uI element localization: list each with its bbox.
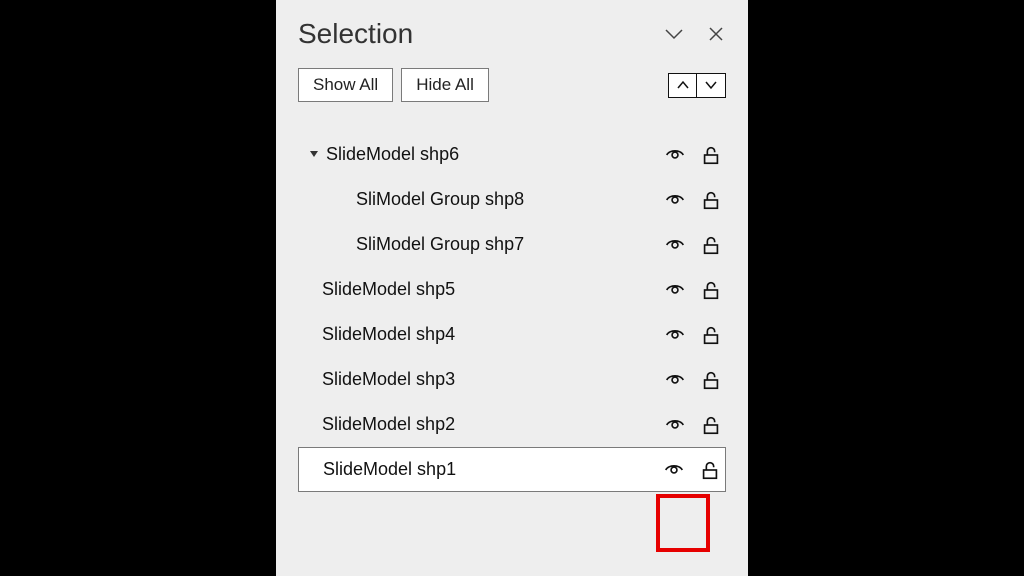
- show-all-button[interactable]: Show All: [298, 68, 393, 102]
- panel-header: Selection: [298, 18, 726, 50]
- row-icons: [664, 144, 726, 166]
- tree-row[interactable]: SliModel Group shp8: [298, 177, 726, 222]
- reorder-buttons: [668, 73, 727, 98]
- visibility-toggle-icon[interactable]: [664, 234, 686, 256]
- expand-toggle-icon[interactable]: [306, 148, 322, 162]
- selection-panel: Selection Show All Hide All SlideModel s…: [276, 0, 748, 576]
- visibility-toggle-icon[interactable]: [664, 369, 686, 391]
- visibility-toggle-icon[interactable]: [664, 279, 686, 301]
- row-icons: [664, 234, 726, 256]
- row-icons: [663, 459, 725, 481]
- tree-item-label: SliModel Group shp7: [352, 234, 664, 255]
- move-up-button[interactable]: [668, 73, 698, 98]
- lock-toggle-icon[interactable]: [700, 369, 722, 391]
- panel-title: Selection: [298, 18, 413, 50]
- visibility-toggle-icon[interactable]: [664, 414, 686, 436]
- tree-item-label: SliModel Group shp8: [352, 189, 664, 210]
- tree-row[interactable]: SliModel Group shp7: [298, 222, 726, 267]
- tree-row[interactable]: SlideModel shp4: [298, 312, 726, 357]
- row-icons: [664, 324, 726, 346]
- row-icons: [664, 414, 726, 436]
- object-tree: SlideModel shp6 SliModel Group shp8 SliMod…: [298, 132, 726, 492]
- tree-item-label: SlideModel shp6: [322, 144, 664, 165]
- move-down-button[interactable]: [696, 73, 726, 98]
- row-icons: [664, 279, 726, 301]
- tree-row[interactable]: SlideModel shp2: [298, 402, 726, 447]
- tree-row[interactable]: SlideModel shp3: [298, 357, 726, 402]
- visibility-toggle-icon[interactable]: [664, 324, 686, 346]
- tree-item-label: SlideModel shp3: [318, 369, 664, 390]
- hide-all-button[interactable]: Hide All: [401, 68, 489, 102]
- tree-item-label: SlideModel shp1: [319, 459, 663, 480]
- tree-item-label: SlideModel shp5: [318, 279, 664, 300]
- lock-toggle-icon[interactable]: [700, 414, 722, 436]
- visibility-toggle-icon[interactable]: [664, 189, 686, 211]
- lock-toggle-icon[interactable]: [700, 324, 722, 346]
- row-icons: [664, 189, 726, 211]
- lock-toggle-icon[interactable]: [699, 459, 721, 481]
- visibility-toggle-icon[interactable]: [664, 144, 686, 166]
- lock-toggle-icon[interactable]: [700, 144, 722, 166]
- button-row: Show All Hide All: [298, 68, 726, 102]
- lock-toggle-icon[interactable]: [700, 234, 722, 256]
- close-panel-icon[interactable]: [706, 24, 726, 44]
- tree-row[interactable]: SlideModel shp1: [298, 447, 726, 492]
- visibility-toggle-icon[interactable]: [663, 459, 685, 481]
- annotation-highlight: [656, 494, 710, 552]
- lock-toggle-icon[interactable]: [700, 279, 722, 301]
- header-controls: [664, 24, 726, 44]
- collapse-panel-icon[interactable]: [664, 24, 684, 44]
- tree-item-label: SlideModel shp4: [318, 324, 664, 345]
- tree-row[interactable]: SlideModel shp5: [298, 267, 726, 312]
- lock-toggle-icon[interactable]: [700, 189, 722, 211]
- tree-item-label: SlideModel shp2: [318, 414, 664, 435]
- tree-row[interactable]: SlideModel shp6: [298, 132, 726, 177]
- row-icons: [664, 369, 726, 391]
